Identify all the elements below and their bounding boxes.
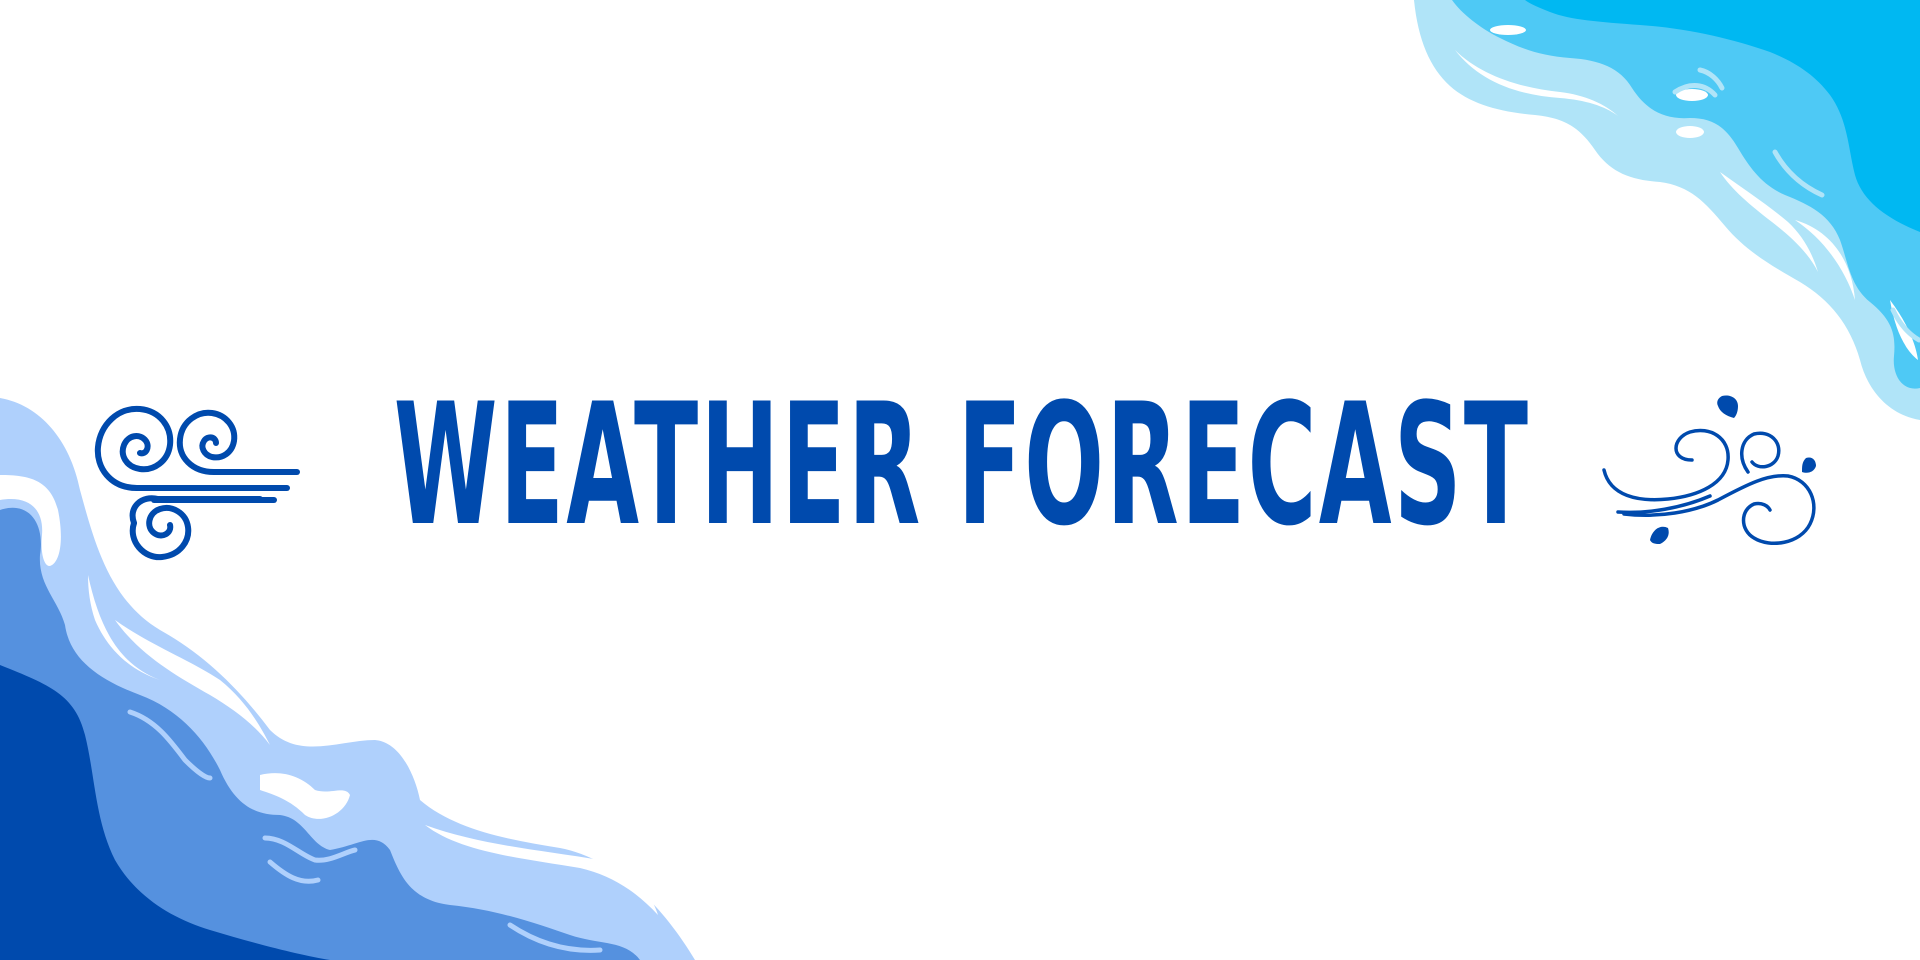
wind-gust-with-leaves-icon [1602,395,1816,546]
page-title: WEATHER FORECAST [393,367,1531,563]
leaf-icons [1650,395,1816,544]
wind-swirl-icon [94,405,300,561]
poster-canvas: WEATHER FORECAST [0,0,1920,960]
